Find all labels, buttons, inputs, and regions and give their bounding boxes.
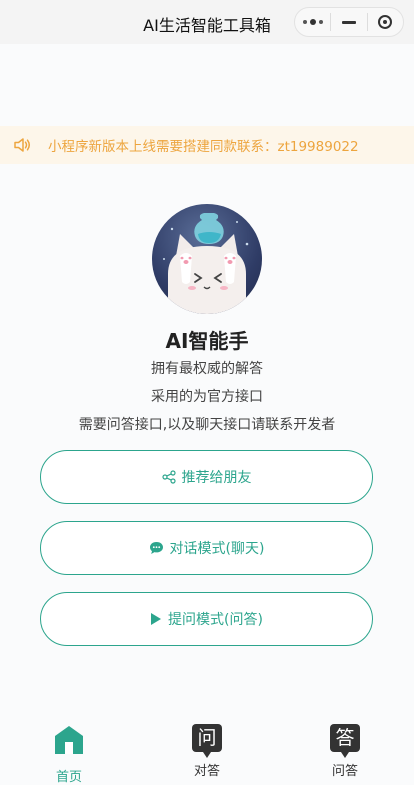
more-button[interactable] (295, 8, 330, 36)
tab-chat-label: 对答 (193, 764, 220, 779)
notice-bar: 小程序新版本上线需要搭建同款联系：zt19989022 (0, 126, 414, 164)
close-target-icon (378, 15, 393, 29)
home-icon (55, 726, 83, 754)
notice-text: 小程序新版本上线需要搭建同款联系：zt19989022 (48, 139, 359, 155)
qa-mode-button-label: 提问模式(问答) (168, 612, 263, 628)
nav-bar: AI生活智能工具箱 (0, 0, 414, 44)
qa-mode-button[interactable]: 提问模式(问答) (40, 592, 373, 646)
tab-qa-label: 问答 (331, 764, 358, 779)
tab-bar: 首页 问 对答 答 问答 (0, 716, 414, 785)
miniprogram-capsule (294, 7, 404, 37)
play-icon (151, 613, 162, 625)
share-button-label: 推荐给朋友 (181, 470, 252, 486)
chat-mode-button-label: 对话模式(聊天) (169, 541, 265, 557)
share-button[interactable]: 推荐给朋友 (40, 450, 373, 504)
tab-home-label: 首页 (55, 770, 82, 785)
qa-tab-icon: 答 (330, 724, 360, 758)
app-name: AI智能手 (165, 329, 249, 353)
close-button[interactable] (368, 8, 403, 36)
avatar (152, 204, 262, 314)
chat-tab-icon: 问 (192, 724, 222, 758)
chat-bubble-icon (149, 542, 163, 554)
more-icon (302, 19, 323, 25)
description-line: 拥有最权威的解答 (151, 361, 263, 377)
description-line: 采用的为官方接口 (151, 389, 263, 405)
chat-mode-button[interactable]: 对话模式(聊天) (40, 521, 373, 575)
tab-chat[interactable]: 问 对答 (167, 720, 247, 780)
description-line: 需要问答接口,以及聊天接口请联系开发者 (78, 417, 336, 433)
minimize-icon (341, 20, 356, 24)
tab-qa[interactable]: 答 问答 (305, 720, 385, 780)
speaker-icon (14, 138, 30, 152)
share-icon (161, 470, 176, 484)
minimize-button[interactable] (331, 8, 366, 36)
tab-home[interactable]: 首页 (29, 720, 109, 785)
